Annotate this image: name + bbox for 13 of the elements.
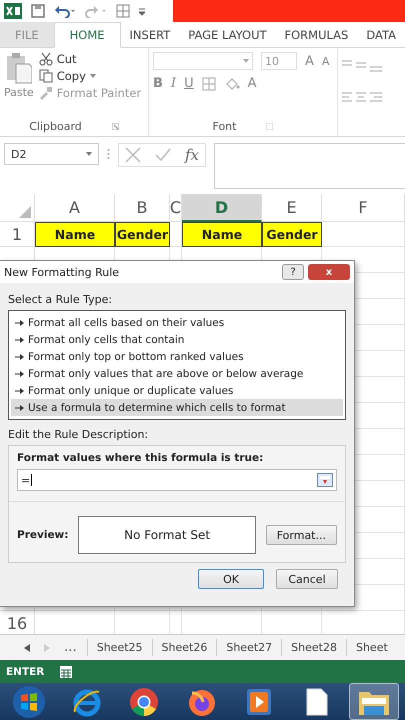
group-label: Font	[212, 120, 236, 132]
table-cell: Name	[35, 222, 115, 247]
dialog-title: New Formatting Rule	[4, 266, 120, 278]
formula-label: Format values where this formula is true:	[17, 452, 264, 464]
section-label: Select a Rule Type:	[8, 293, 114, 306]
section-label: Edit the Rule Description:	[8, 428, 150, 441]
preview-box: No Format Set	[78, 516, 256, 554]
table-cell: Gender	[262, 222, 322, 247]
group-label: Clipboard	[29, 120, 82, 132]
table-cell: Gender	[115, 222, 170, 247]
status-mode: ENTER	[6, 666, 44, 678]
preview-label: Preview:	[17, 529, 68, 541]
table-cell: Name	[182, 222, 262, 247]
